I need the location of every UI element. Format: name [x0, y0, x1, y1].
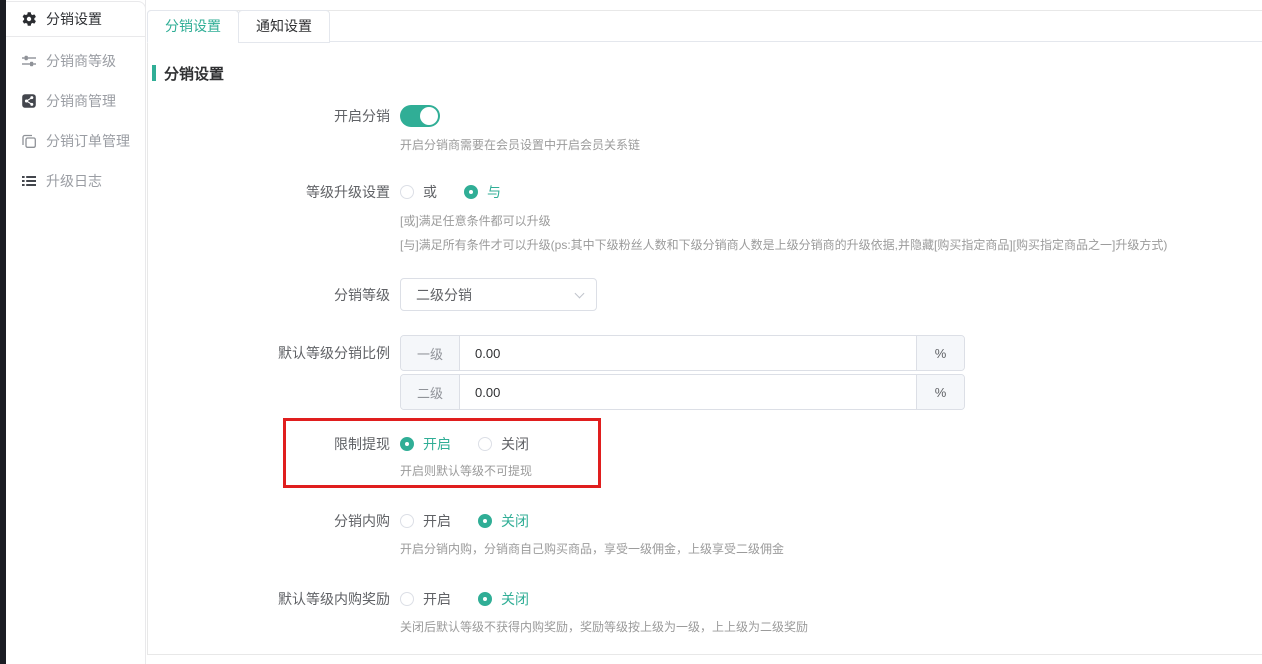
sidebar-item-distributor-management[interactable]: 分销商管理 [6, 81, 145, 121]
helper-upgrade-or: [或]满足任意条件都可以升级 [400, 213, 1262, 229]
tab-bar: 分销设置 通知设置 [147, 10, 1262, 42]
percent-suffix: % [916, 336, 964, 370]
ratio-prefix-level2: 二级 [401, 375, 460, 409]
form-row-upgrade-condition: 等级升级设置 或 与 [148, 182, 1262, 202]
helper-upgrade-and: [与]满足所有条件才可以升级(ps:其中下级粉丝人数和下级分销商人数是上级分销商… [400, 237, 1262, 253]
copy-icon [21, 133, 37, 149]
toggle-knob [420, 107, 438, 125]
radio-option-on[interactable]: 开启 [400, 589, 451, 609]
section-title-bar [152, 65, 156, 81]
tab-notification-settings[interactable]: 通知设置 [238, 10, 330, 43]
helper-default-purchase-reward: 关闭后默认等级不获得内购奖励，奖励等级按上级为一级，上上级为二级奖励 [400, 619, 1262, 635]
form-row-distribution-level: 分销等级 二级分销 [148, 278, 1262, 311]
radio-option-or[interactable]: 或 [400, 182, 437, 202]
radio-icon[interactable] [400, 592, 414, 606]
radio-icon[interactable] [464, 185, 478, 199]
sliders-icon [21, 53, 37, 69]
radio-option-on[interactable]: 开启 [400, 434, 451, 454]
form-label: 开启分销 [148, 106, 390, 126]
radio-icon[interactable] [400, 185, 414, 199]
radio-option-off[interactable]: 关闭 [478, 434, 529, 454]
helper-internal-purchase: 开启分销内购，分销商自己购买商品，享受一级佣金，上级享受二级佣金 [400, 541, 1262, 557]
radio-icon[interactable] [478, 514, 492, 528]
form-label: 等级升级设置 [148, 182, 390, 202]
ratio-input-level2[interactable] [460, 375, 916, 409]
form-row-internal-purchase: 分销内购 开启 关闭 [148, 511, 1262, 531]
form-label: 默认等级分销比例 [148, 335, 390, 371]
radio-option-off[interactable]: 关闭 [478, 589, 529, 609]
ratio-input-group-level2: 二级 % [400, 374, 965, 410]
form-row-default-ratio: 默认等级分销比例 一级 % 二级 % [148, 335, 1262, 410]
tab-distribution-settings[interactable]: 分销设置 [147, 10, 239, 43]
sidebar-item-distribution-orders[interactable]: 分销订单管理 [6, 121, 145, 161]
sidebar-item-label: 升级日志 [46, 171, 102, 191]
form-label: 分销等级 [148, 285, 390, 305]
enable-distribution-toggle[interactable] [400, 105, 440, 127]
chevron-down-icon [575, 289, 585, 299]
ratio-input-group-level1: 一级 % [400, 335, 965, 371]
ratio-prefix-level1: 一级 [401, 336, 460, 370]
radio-icon[interactable] [478, 437, 492, 451]
sidebar-item-distribution-settings[interactable]: 分销设置 [6, 1, 146, 37]
form-label: 分销内购 [148, 511, 390, 531]
ratio-input-level1[interactable] [460, 336, 916, 370]
sidebar-item-upgrade-log[interactable]: 升级日志 [6, 161, 145, 201]
select-value: 二级分销 [416, 285, 472, 305]
percent-suffix: % [916, 375, 964, 409]
sidebar: 分销设置 分销商等级 分销商管理 分销订单管理 升级日志 [6, 0, 146, 664]
form-row-default-purchase-reward: 默认等级内购奖励 开启 关闭 [148, 589, 1262, 609]
settings-panel: 分销设置 通知设置 分销设置 开启分销 开启分销商需要在会员设置中开启会员关系链… [147, 10, 1262, 655]
section-title: 分销设置 [152, 63, 1262, 83]
radio-icon[interactable] [400, 437, 414, 451]
sidebar-item-label: 分销订单管理 [46, 131, 130, 151]
sidebar-item-label: 分销商管理 [46, 91, 116, 111]
sidebar-item-label: 分销商等级 [46, 51, 116, 71]
helper-enable-distribution: 开启分销商需要在会员设置中开启会员关系链 [400, 137, 1262, 153]
form-label: 限制提现 [148, 434, 390, 454]
distribution-level-select[interactable]: 二级分销 [400, 278, 597, 311]
radio-option-off[interactable]: 关闭 [478, 511, 529, 531]
radio-icon[interactable] [400, 514, 414, 528]
share-square-icon [21, 93, 37, 109]
list-icon [21, 173, 37, 189]
sidebar-item-label: 分销设置 [46, 9, 102, 29]
gear-icon [21, 11, 37, 27]
helper-withdraw-limit: 开启则默认等级不可提现 [400, 463, 1262, 479]
radio-icon[interactable] [478, 592, 492, 606]
form-row-withdraw-limit: 限制提现 开启 关闭 [148, 434, 1262, 454]
form-label: 默认等级内购奖励 [148, 589, 390, 609]
form-row-enable-distribution: 开启分销 [148, 105, 1262, 127]
sidebar-item-distributor-level[interactable]: 分销商等级 [6, 41, 145, 81]
radio-option-on[interactable]: 开启 [400, 511, 451, 531]
radio-option-and[interactable]: 与 [464, 182, 501, 202]
